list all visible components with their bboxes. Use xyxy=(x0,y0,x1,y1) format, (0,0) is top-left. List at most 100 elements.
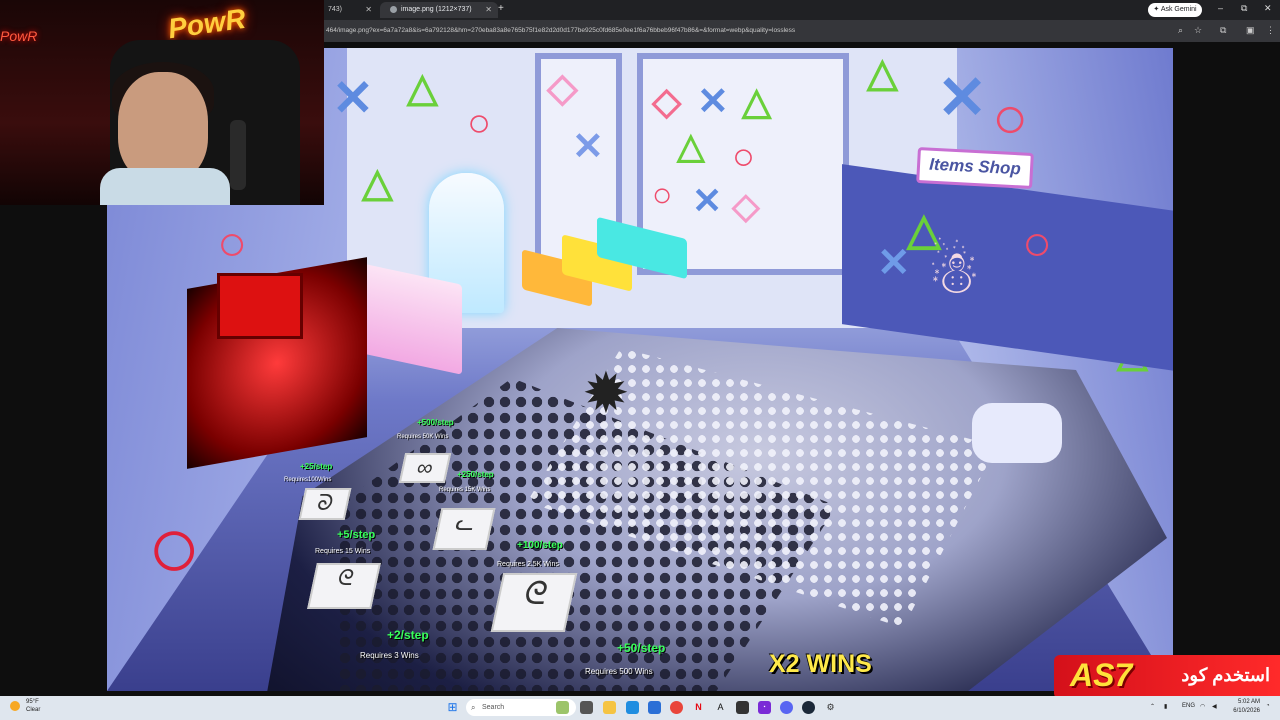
step-gain-label: +100/step xyxy=(517,540,563,551)
close-window-button[interactable]: ✕ xyxy=(1264,3,1272,14)
square-symbol-icon: ◇ xyxy=(652,81,682,123)
triangle-symbol-icon: △ xyxy=(407,66,438,110)
step-requirement-label: Requires100Wins xyxy=(284,477,332,483)
step-gain-label: +5/step xyxy=(337,529,376,541)
promo-text: استخدم كود xyxy=(1181,665,1270,685)
items-shop-sign[interactable]: Items Shop xyxy=(916,146,1034,190)
step-pad[interactable]: ᘐ xyxy=(298,488,352,520)
cross-symbol-icon: ✕ xyxy=(937,64,988,131)
step-gain-label: +2/step xyxy=(387,628,429,642)
circle-symbol-icon: ○ xyxy=(147,498,202,598)
clock-date: 6/10/2026 xyxy=(1233,708,1260,714)
netflix-icon[interactable]: N xyxy=(692,701,705,714)
triangle-symbol-icon: △ xyxy=(362,161,393,205)
cross-symbol-icon: ✕ xyxy=(877,241,911,285)
step-pad[interactable]: ∞ xyxy=(398,453,452,483)
circle-symbol-icon: ○ xyxy=(217,215,248,271)
x2-wins-label: X2 WINS xyxy=(769,650,872,678)
favicon-icon xyxy=(390,5,397,13)
webcam-overlay: PowR PowR xyxy=(0,0,324,205)
store-icon[interactable] xyxy=(648,701,661,714)
ask-gemini-label: Ask Gemini xyxy=(1160,6,1197,13)
step-pad[interactable]: ᓚ xyxy=(432,508,496,550)
step-requirement-label: Requires 15 Wins xyxy=(315,548,371,555)
shop-npc-icon[interactable]: ☃ xyxy=(927,238,997,308)
promo-code: AS7 xyxy=(1070,657,1133,693)
square-symbol-icon: ◇ xyxy=(732,185,760,226)
microphone-icon xyxy=(230,120,246,190)
clock-time: 5:02 AM xyxy=(1237,699,1260,705)
triangle-symbol-icon: △ xyxy=(867,51,898,95)
cross-symbol-icon: ✕ xyxy=(332,70,374,126)
circle-symbol-icon: ○ xyxy=(732,136,755,178)
taskbar: 95°F Clear ⊞ ⌕ Search N A ▪ ⚙ ⌃ ▮ ENG ◠ … xyxy=(0,696,1280,720)
task-view-icon[interactable] xyxy=(580,701,593,714)
step-pad[interactable]: ᘓ xyxy=(490,573,578,632)
circle-symbol-icon: ○ xyxy=(467,101,492,145)
promo-banner: AS7 استخدم كود xyxy=(1054,655,1280,699)
volume-icon[interactable]: ◀ xyxy=(1212,703,1217,710)
minimize-button[interactable]: – xyxy=(1218,3,1223,13)
cross-symbol-icon: ✕ xyxy=(572,126,604,168)
steam-icon[interactable] xyxy=(802,701,815,714)
tray-chevron-icon[interactable]: ⌃ xyxy=(1150,703,1155,710)
streamer-shirt xyxy=(100,168,230,205)
settings-gear-icon[interactable]: ⚙ xyxy=(824,701,837,714)
triangle-symbol-icon: △ xyxy=(677,125,705,166)
app-icon[interactable]: ▪ xyxy=(758,701,771,714)
step-requirement-label: Requires 50K Wins xyxy=(397,434,449,440)
search-icon: ⌕ xyxy=(471,703,476,712)
zoom-icon[interactable]: ⌕ xyxy=(1178,25,1183,36)
search-placeholder: Search xyxy=(482,704,505,711)
neon-sign: PowR xyxy=(166,2,248,45)
editor-icon[interactable]: A xyxy=(714,701,727,714)
circle-symbol-icon: ○ xyxy=(652,176,673,214)
step-gain-label: +500/step xyxy=(417,418,454,427)
step-requirement-label: Requires 3 Wins xyxy=(360,651,419,660)
step-gain-label: +250/step xyxy=(457,470,494,479)
cross-symbol-icon: ✕ xyxy=(692,180,723,221)
bookmark-star-icon[interactable]: ☆ xyxy=(1194,25,1202,36)
weather-temp: 95°F xyxy=(26,699,39,705)
browser-tab[interactable]: 743) ✕ xyxy=(318,2,378,18)
admin-sign xyxy=(217,273,303,339)
step-requirement-label: Requires 500 Wins xyxy=(585,667,653,676)
widgets-icon[interactable] xyxy=(556,701,569,714)
streamer-face xyxy=(118,72,208,182)
close-tab-icon[interactable]: ✕ xyxy=(365,2,372,18)
browser-tab-active[interactable]: image.png (1212×737) ✕ xyxy=(380,2,498,18)
file-explorer-icon[interactable] xyxy=(603,701,616,714)
chrome-icon[interactable] xyxy=(670,701,683,714)
profile-icon[interactable]: ▣ xyxy=(1246,25,1255,36)
language-indicator[interactable]: ENG xyxy=(1182,703,1195,709)
triangle-symbol-icon: △ xyxy=(742,81,772,123)
app-icon[interactable] xyxy=(736,701,749,714)
new-tab-button[interactable]: + xyxy=(498,3,504,14)
ask-gemini-button[interactable]: ✦ Ask Gemini xyxy=(1148,3,1202,17)
star-emblem-icon: ✹ xyxy=(585,365,627,421)
shop-item-display[interactable] xyxy=(972,403,1062,463)
close-tab-icon[interactable]: ✕ xyxy=(485,2,492,18)
square-symbol-icon: ◇ xyxy=(547,66,578,110)
step-gain-label: +25/step xyxy=(300,462,333,471)
cross-symbol-icon: ✕ xyxy=(697,81,729,123)
start-menu-icon[interactable]: ⊞ xyxy=(446,701,459,714)
tab-label: image.png (1212×737) xyxy=(401,6,472,13)
system-clock[interactable]: 5:02 AM 6/10/2026 xyxy=(1226,698,1260,716)
circle-symbol-icon: ○ xyxy=(992,84,1029,151)
notification-bell-icon[interactable]: ◔ xyxy=(1266,703,1270,709)
tray-app-icon[interactable]: ▮ xyxy=(1164,703,1167,710)
wifi-icon[interactable]: ◠ xyxy=(1200,703,1205,710)
discord-icon[interactable] xyxy=(780,701,793,714)
circle-symbol-icon: ○ xyxy=(1022,215,1053,271)
weather-condition: Clear xyxy=(26,707,41,713)
maximize-button[interactable]: ⧉ xyxy=(1241,3,1247,14)
menu-icon[interactable]: ⋮ xyxy=(1266,25,1275,36)
url-field[interactable]: 464/image.png?ex=6a7a72a8&is=6a792128&hm… xyxy=(326,24,1156,38)
step-pad[interactable]: ᘓ xyxy=(307,563,381,609)
step-requirement-label: Requires 2.5K Wins xyxy=(497,561,559,568)
edge-icon[interactable] xyxy=(626,701,639,714)
extensions-icon[interactable]: ⧉ xyxy=(1220,25,1226,36)
sun-icon xyxy=(10,701,20,711)
step-requirement-label: Requires 15K Wins xyxy=(439,487,491,493)
